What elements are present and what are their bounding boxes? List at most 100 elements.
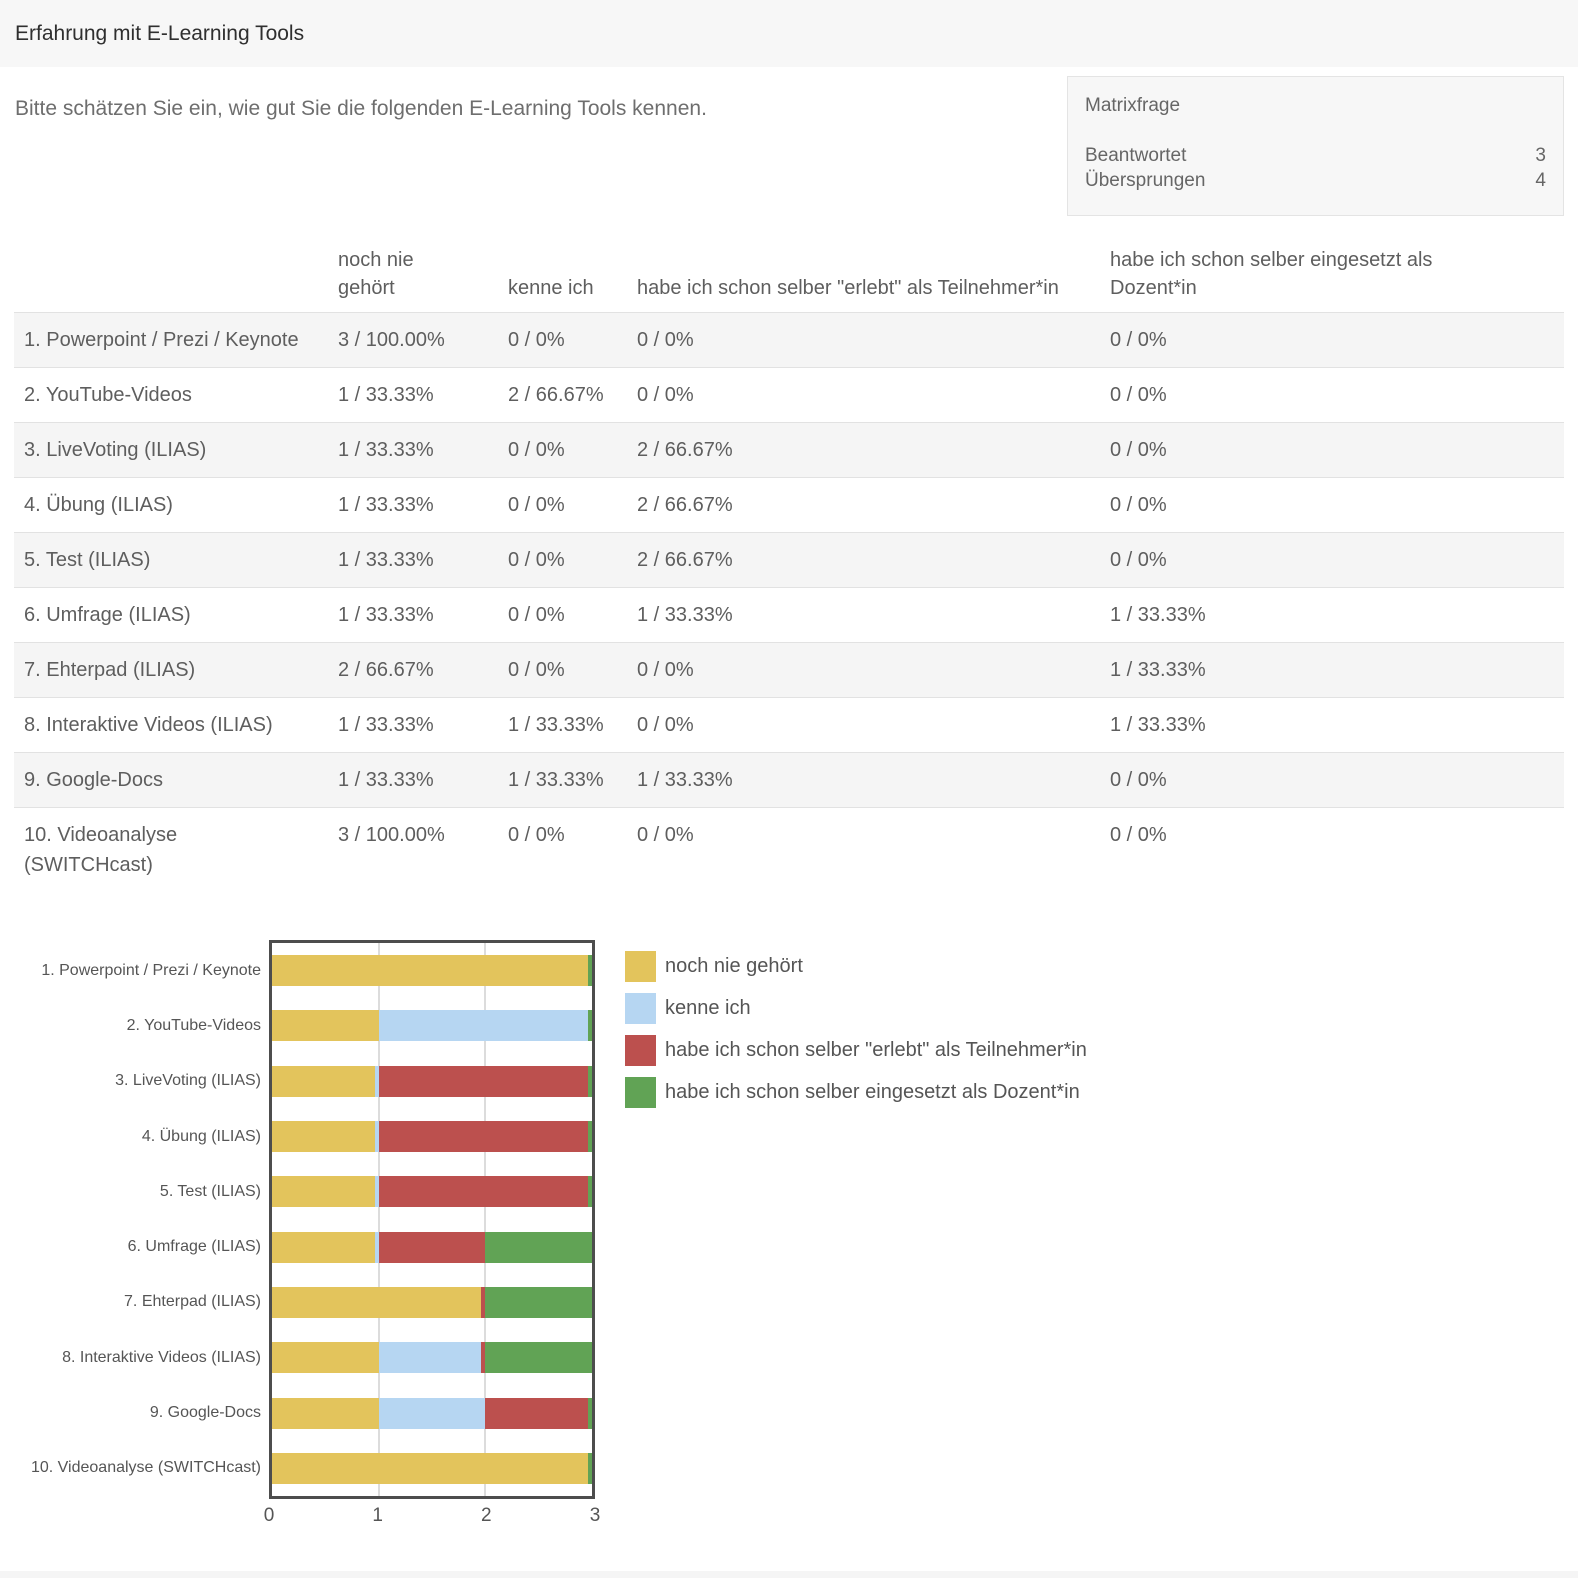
row-value: 1 / 33.33% <box>1110 710 1564 740</box>
stacked-bar <box>272 1453 592 1484</box>
row-value: 3 / 100.00% <box>338 325 508 355</box>
row-value: 1 / 33.33% <box>338 435 508 465</box>
bar-segment <box>588 1176 592 1207</box>
x-axis-tick-label: 3 <box>590 1505 601 1527</box>
row-value: 0 / 0% <box>1110 765 1564 795</box>
chart-category-label: 1. Powerpoint / Prezi / Keynote <box>0 943 261 998</box>
row-value: 2 / 66.67% <box>338 655 508 685</box>
row-value: 0 / 0% <box>508 545 637 575</box>
stacked-bar <box>272 955 592 986</box>
stacked-bar <box>272 1342 592 1373</box>
chart-category-label: 6. Umfrage (ILIAS) <box>0 1219 261 1274</box>
row-value: 1 / 33.33% <box>338 765 508 795</box>
bar-segment <box>272 955 592 986</box>
row-value: 2 / 66.67% <box>508 380 637 410</box>
table-row: 9. Google-Docs1 / 33.33%1 / 33.33%1 / 33… <box>14 752 1564 807</box>
bar-segment <box>272 1232 379 1263</box>
row-label: 1. Powerpoint / Prezi / Keynote <box>14 325 338 355</box>
results-chart: 1. Powerpoint / Prezi / Keynote2. YouTub… <box>0 940 1578 1539</box>
answered-stat: Beantwortet 3 <box>1085 143 1546 168</box>
answered-value: 3 <box>1535 143 1546 168</box>
x-axis-tick-label: 1 <box>372 1505 383 1527</box>
section-title-bar: Erfahrung mit E-Learning Tools <box>0 0 1578 67</box>
chart-bar-row <box>272 1164 592 1219</box>
x-axis-tick-label: 0 <box>264 1505 275 1527</box>
bar-segment <box>272 1398 379 1429</box>
row-value: 0 / 0% <box>1110 490 1564 520</box>
bar-segment <box>272 1010 379 1041</box>
row-label: 3. LiveVoting (ILIAS) <box>14 435 338 465</box>
legend-color-swatch <box>625 1077 656 1108</box>
table-row: 10. Videoanalyse (SWITCHcast)3 / 100.00%… <box>14 807 1564 892</box>
stacked-bar <box>272 1066 592 1097</box>
page-title: Erfahrung mit E-Learning Tools <box>15 22 304 46</box>
chart-category-label: 7. Ehterpad (ILIAS) <box>0 1275 261 1330</box>
chart-bar-row <box>272 998 592 1053</box>
row-value: 0 / 0% <box>637 380 1110 410</box>
answered-label: Beantwortet <box>1085 143 1186 168</box>
table-row: 7. Ehterpad (ILIAS)2 / 66.67%0 / 0%0 / 0… <box>14 642 1564 697</box>
chart-plot-column: 0123 <box>269 940 595 1539</box>
bar-segment <box>485 1232 592 1263</box>
row-label: 7. Ehterpad (ILIAS) <box>14 655 338 685</box>
bar-segment <box>272 1176 379 1207</box>
row-value: 1 / 33.33% <box>338 380 508 410</box>
row-label: 8. Interaktive Videos (ILIAS) <box>14 710 338 740</box>
row-value: 1 / 33.33% <box>508 765 637 795</box>
question-text: Bitte schätzen Sie ein, wie gut Sie die … <box>15 94 1048 124</box>
row-value: 1 / 33.33% <box>637 600 1110 630</box>
chart-x-axis: 0123 <box>269 1505 595 1539</box>
row-value: 0 / 0% <box>637 820 1110 880</box>
matrix-results-table: noch nie gehört kenne ich habe ich schon… <box>14 212 1564 892</box>
row-value: 1 / 33.33% <box>1110 655 1564 685</box>
row-label: 10. Videoanalyse (SWITCHcast) <box>14 820 338 880</box>
bar-segment <box>272 1342 379 1373</box>
row-value: 2 / 66.67% <box>637 435 1110 465</box>
column-header-never-heard: noch nie gehört <box>338 246 508 302</box>
row-value: 0 / 0% <box>508 655 637 685</box>
bar-segment <box>588 1398 592 1429</box>
row-value: 1 / 33.33% <box>1110 600 1564 630</box>
chart-category-label: 4. Übung (ILIAS) <box>0 1109 261 1164</box>
column-header-used-as-lecturer: habe ich schon selber eingesetzt als Doz… <box>1110 246 1564 302</box>
chart-category-label: 9. Google-Docs <box>0 1385 261 1440</box>
legend-item: kenne ich <box>625 993 1087 1024</box>
table-row: 8. Interaktive Videos (ILIAS) 1 / 33.33% 1… <box>14 697 1564 752</box>
legend-label: noch nie gehört <box>665 955 803 978</box>
legend-label: kenne ich <box>665 997 751 1020</box>
question-info-box: Matrixfrage Beantwortet 3 Übersprungen 4 <box>1067 76 1564 216</box>
table-row: 2. YouTube-Videos1 / 33.33%2 / 66.67%0 /… <box>14 367 1564 422</box>
table-row: 3. LiveVoting (ILIAS)1 / 33.33%0 / 0%2 /… <box>14 422 1564 477</box>
chart-bar-row <box>272 1385 592 1440</box>
row-value: 3 / 100.00% <box>338 820 508 880</box>
stacked-bar <box>272 1398 592 1429</box>
bar-segment <box>379 1066 592 1097</box>
row-label: 4. Übung (ILIAS) <box>14 490 338 520</box>
stacked-bar <box>272 1121 592 1152</box>
chart-bars <box>272 943 592 1496</box>
stacked-bar <box>272 1287 592 1318</box>
bar-segment <box>379 1176 592 1207</box>
bar-segment <box>379 1010 592 1041</box>
row-value: 0 / 0% <box>1110 380 1564 410</box>
bar-segment <box>485 1398 592 1429</box>
table-header-row: noch nie gehört kenne ich habe ich schon… <box>14 212 1564 312</box>
chart-bar-row <box>272 1109 592 1164</box>
row-value: 1 / 33.33% <box>508 710 637 740</box>
row-value: 0 / 0% <box>1110 325 1564 355</box>
column-header-know-it: kenne ich <box>508 274 637 302</box>
bar-segment <box>272 1453 592 1484</box>
stacked-bar <box>272 1232 592 1263</box>
chart-category-labels: 1. Powerpoint / Prezi / Keynote2. YouTub… <box>0 940 269 1539</box>
bar-segment <box>379 1398 486 1429</box>
chart-bar-row <box>272 1054 592 1109</box>
legend-color-swatch <box>625 1035 656 1066</box>
bar-segment <box>379 1121 592 1152</box>
row-value: 0 / 0% <box>637 325 1110 355</box>
row-value: 0 / 0% <box>637 710 1110 740</box>
row-value: 1 / 33.33% <box>338 600 508 630</box>
skipped-label: Übersprungen <box>1085 168 1205 193</box>
chart-category-label: 10. Videoanalyse (SWITCHcast) <box>0 1441 261 1496</box>
chart-category-label: 8. Interaktive Videos (ILIAS) <box>0 1330 261 1385</box>
row-value: 2 / 66.67% <box>637 490 1110 520</box>
